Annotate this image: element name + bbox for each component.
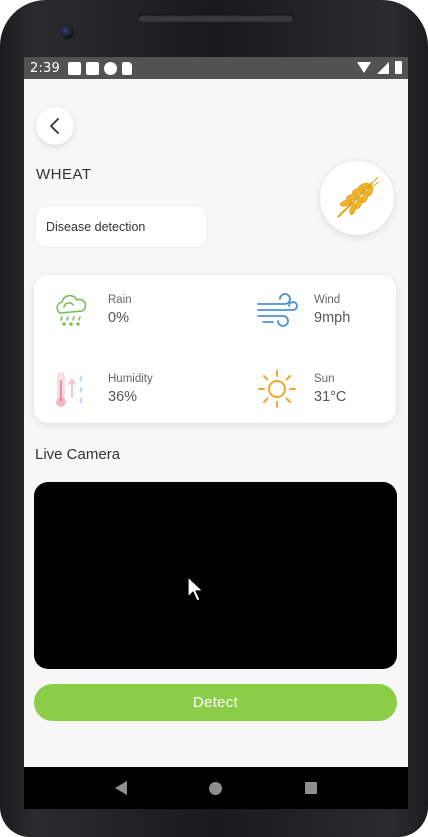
wind-icon	[257, 293, 298, 327]
wind-label: Wind	[314, 294, 341, 306]
status-system-icons	[357, 61, 402, 74]
sd-card-icon	[122, 61, 132, 75]
notification-icon	[68, 61, 81, 75]
google-icon	[104, 61, 117, 75]
disease-detection-label: Disease detection	[46, 220, 146, 234]
android-nav-bar	[24, 767, 408, 809]
rain-cloud-icon	[56, 294, 87, 326]
mouse-pointer-icon	[187, 576, 204, 602]
humidity-value: 36%	[108, 389, 138, 405]
status-time: 2:39	[30, 60, 60, 76]
detect-label: Detect	[192, 694, 239, 711]
weather-item-sun: Sun 31°C	[254, 366, 346, 412]
chevron-left-icon	[50, 118, 59, 134]
wheat-icon	[337, 176, 380, 218]
back-triangle-icon[interactable]	[115, 781, 128, 795]
earpiece-speaker	[138, 14, 294, 22]
rain-label: Rain	[108, 294, 132, 306]
live-camera-title: Live Camera	[35, 446, 121, 463]
recents-square-icon[interactable]	[304, 782, 317, 794]
sun-label: Sun	[314, 373, 335, 385]
rain-value: 0%	[108, 310, 129, 326]
phone-frame: 2:39 WHEAT Disease detection Rain 0% Win…	[0, 0, 428, 837]
back-button[interactable]	[36, 107, 74, 145]
status-bar: 2:39	[24, 57, 408, 79]
detect-button[interactable]: Detect	[34, 684, 397, 721]
weather-item-wind: Wind 9mph	[254, 287, 350, 333]
crop-title: WHEAT	[36, 166, 92, 183]
status-notification-icons	[68, 61, 132, 75]
cell-signal-icon	[377, 61, 389, 74]
wifi-icon	[357, 62, 371, 73]
sun-value: 31°C	[314, 389, 347, 405]
notification-icon	[86, 61, 99, 75]
main-content: WHEAT Disease detection Rain 0% Wind 9mp…	[24, 79, 408, 769]
battery-icon	[395, 61, 402, 74]
wind-value: 9mph	[314, 310, 351, 326]
humidity-icon	[56, 372, 83, 407]
weather-card: Rain 0% Wind 9mph Humidity 36% Sun 31°C	[34, 275, 396, 423]
humidity-label: Humidity	[108, 373, 153, 385]
home-circle-icon[interactable]	[209, 781, 223, 795]
crop-avatar	[320, 161, 394, 235]
weather-item-humidity: Humidity 36%	[48, 366, 153, 412]
camera-preview[interactable]	[34, 482, 397, 669]
sun-icon	[258, 370, 296, 408]
front-camera	[60, 25, 74, 39]
app-screen: 2:39 WHEAT Disease detection Rain 0% Win…	[24, 57, 408, 809]
weather-item-rain: Rain 0%	[48, 287, 132, 333]
disease-detection-button[interactable]: Disease detection	[36, 207, 206, 247]
